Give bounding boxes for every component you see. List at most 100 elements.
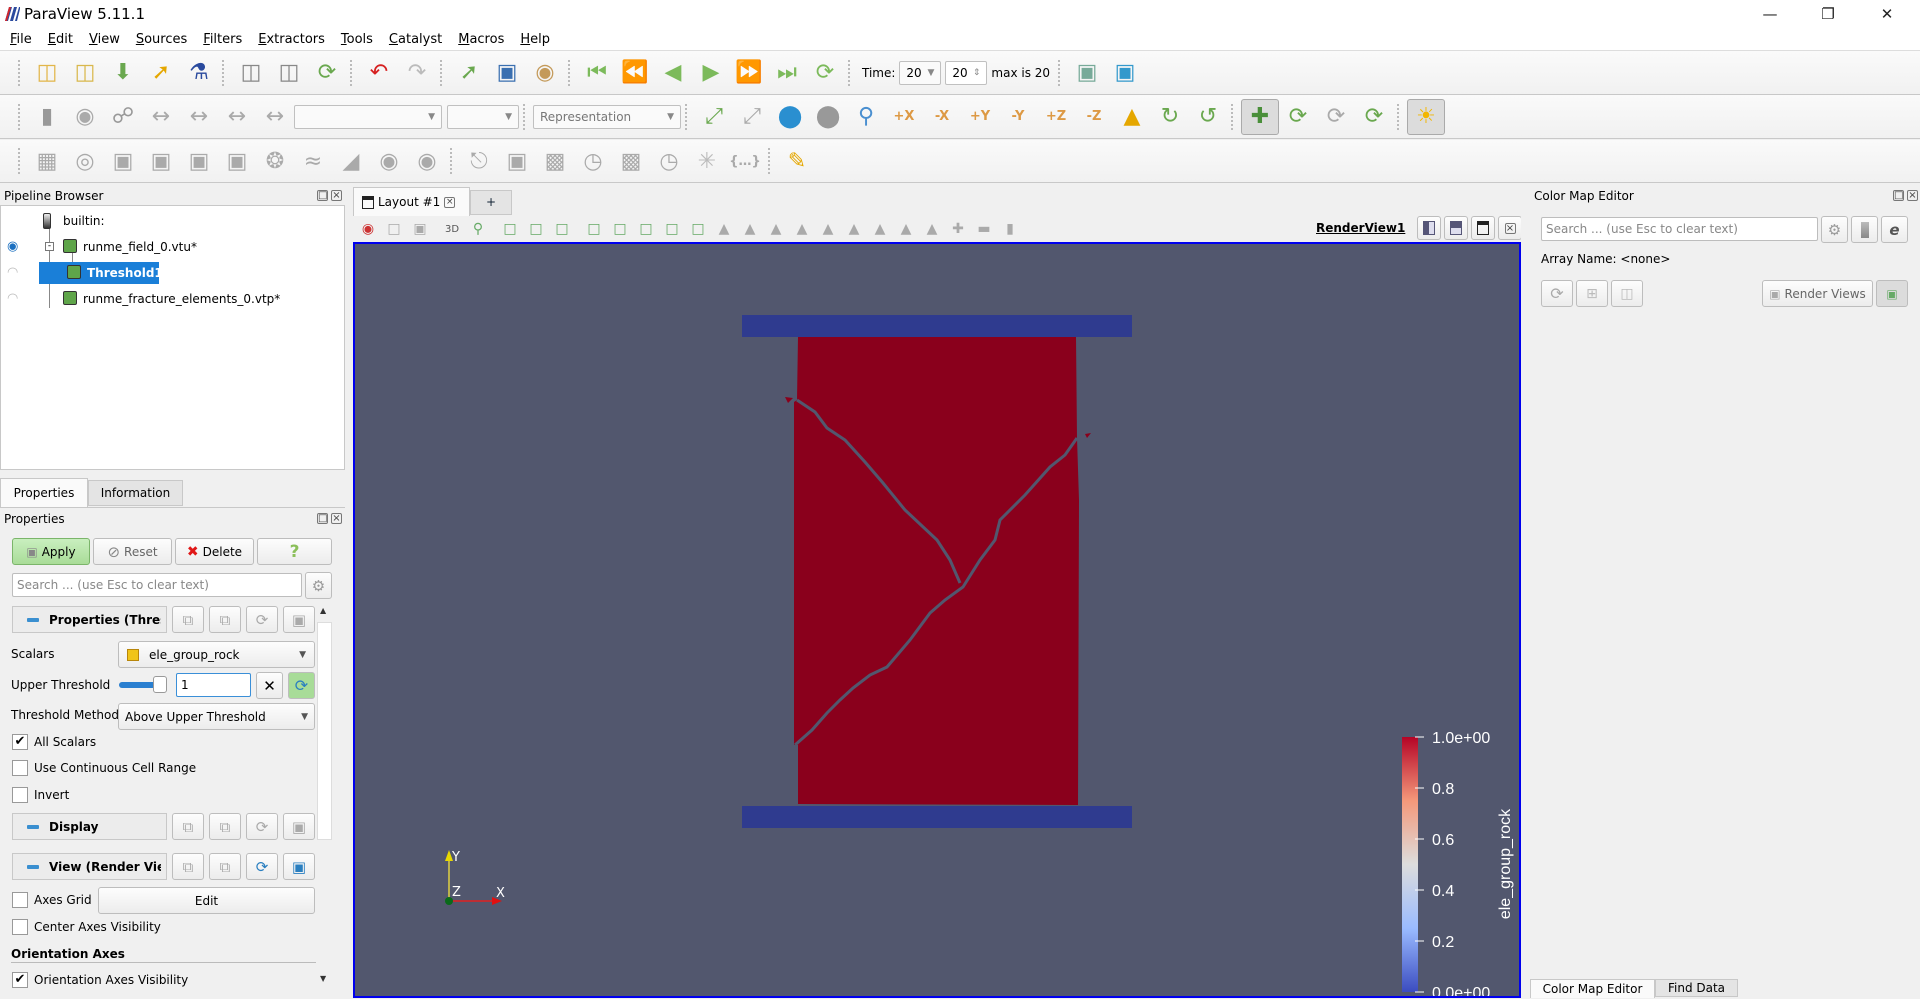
delete-selection-icon[interactable]: ▮ [997,218,1023,240]
close-icon[interactable]: × [331,190,342,201]
group-datasets-icon[interactable]: ◉ [370,143,408,179]
center-axes-visibility-checkbox[interactable] [12,919,28,935]
stream-tracer-icon[interactable]: ≈ [294,143,332,179]
reset-range-button[interactable]: ⟳ [288,672,315,699]
render-view[interactable]: X Y Z 1.0e+00 0.8 0.6 0.4 0.2 0.0e+00 ele_group_r… [353,242,1521,998]
undo-icon[interactable]: ↶ [360,55,398,91]
edit-selection-icon[interactable]: ▲ [867,218,893,240]
plot-over-line-icon[interactable]: ▣ [498,143,536,179]
toolbar-grip[interactable] [18,103,24,130]
upper-threshold-input[interactable]: 1 [176,673,251,697]
menu-extractors[interactable]: Extractors [250,29,333,51]
threshold-method-combo[interactable]: Above Upper Threshold ▼ [118,703,315,730]
select-polygon-points-icon[interactable]: □ [633,218,659,240]
menu-help[interactable]: Help [512,29,558,51]
play-backward-icon[interactable]: ◀ [654,55,692,91]
float-icon[interactable]: □ [317,190,328,201]
restore-defaults-button[interactable]: ⟳ [246,813,278,840]
close-view-button[interactable]: × [1498,216,1522,240]
shrink-selection-icon[interactable]: ▲ [815,218,841,240]
clear-value-button[interactable]: ✕ [256,672,283,699]
view-group-header[interactable]: View (Render Vie [12,853,167,880]
colormap-edit-button[interactable]: e [1881,216,1908,243]
hover-points-icon[interactable]: ▲ [711,218,737,240]
close-tab-icon[interactable]: × [444,196,456,208]
save-defaults-button[interactable]: ▣ [283,853,315,880]
view-plus-y-icon[interactable]: +Y [961,99,999,135]
plot-data-icon[interactable]: ▩ [612,143,650,179]
toggle-3d-button[interactable]: 3D [439,218,465,240]
menu-tools[interactable]: Tools [333,29,381,51]
save-defaults-button[interactable]: ▣ [283,606,315,633]
help-button[interactable]: ? [257,538,332,565]
loop-icon[interactable]: ⟳ [806,55,844,91]
capture-screenshot-icon[interactable]: ▣ [407,218,433,240]
find-data-icon[interactable]: ✳ [688,143,726,179]
orientation-axes-visibility-checkbox[interactable]: ✔ [12,972,28,988]
color-palette-icon[interactable]: ◉ [526,55,564,91]
ruler-icon[interactable]: ✎ [778,143,816,179]
toolbar-grip[interactable] [350,59,356,86]
eye-open-icon[interactable]: ◉ [7,239,18,254]
add-layout-tab[interactable]: + [470,190,512,215]
delete-button[interactable]: ✖ Delete [175,538,254,565]
menu-macros[interactable]: Macros [450,29,512,51]
split-horizontal-button[interactable] [1417,216,1441,240]
properties-group-header[interactable]: Properties (Thres [12,606,167,633]
menu-file[interactable]: File [2,29,40,51]
disconnect-icon[interactable]: ◫ [270,55,308,91]
render-views-button[interactable]: ▣ Render Views [1762,280,1873,307]
calculator-icon[interactable]: ▦ [28,143,66,179]
time-combo[interactable]: 20 ▼ [899,60,942,85]
previous-frame-icon[interactable]: ⏪ [616,55,654,91]
subtract-selection-icon[interactable]: ▬ [971,218,997,240]
zoom-to-box-icon[interactable]: ⚲ [465,218,491,240]
restore-defaults-button[interactable]: ⟳ [246,606,278,633]
properties-settings-button[interactable]: ⚙ [305,572,332,599]
find-data-icon[interactable]: ▲ [919,218,945,240]
tab-color-map-editor[interactable]: Color Map Editor [1530,979,1655,998]
pipeline-item[interactable]: builtin: [1,210,341,232]
pipeline-item[interactable]: ◠ Threshold1 [7,262,163,284]
pipeline-item[interactable]: ◠ runme_fracture_elements_0.vtp* [1,288,341,310]
last-frame-icon[interactable]: ⏭ [768,55,806,91]
collapse-icon[interactable]: - [45,242,54,251]
scroll-up-icon[interactable]: ▲ [320,606,326,615]
colormap-rescale-button[interactable]: ⊞ [1576,280,1608,307]
next-frame-icon[interactable]: ⏩ [730,55,768,91]
threshold-icon[interactable]: ▣ [180,143,218,179]
paste-button[interactable]: ⧉ [209,606,241,633]
apply-button[interactable]: ▣ Apply [12,538,90,565]
view-minus-y-icon[interactable]: -Y [999,99,1037,135]
reset-closest-icon[interactable]: ⬤ [771,99,809,135]
toolbar-grip[interactable] [685,103,691,130]
scalars-combo[interactable]: ele_group_rock ▼ [118,641,315,668]
paste-button[interactable]: ⧉ [209,813,241,840]
light-kit-icon[interactable]: ☀ [1407,98,1445,135]
float-icon[interactable]: □ [1893,190,1904,201]
plot-selection-icon[interactable]: ◷ [650,143,688,179]
tab-find-data[interactable]: Find Data [1655,979,1738,997]
continuous-cell-range-checkbox[interactable] [12,760,28,776]
save-screenshot-icon[interactable]: ▣ [488,55,526,91]
select-points-on-icon[interactable]: □ [523,218,549,240]
select-blocks-icon[interactable]: ▲ [763,218,789,240]
toolbar-grip[interactable] [568,59,574,86]
colormap-save-default-button[interactable] [1851,216,1878,243]
probe-line-icon[interactable]: ⎋ [460,143,498,179]
grow-selection-icon[interactable]: ▲ [789,218,815,240]
eye-closed-icon[interactable]: ◠ [7,291,18,306]
colormap-reset-button[interactable]: ⟳ [1541,280,1573,307]
close-button[interactable]: ✕ [1858,0,1916,29]
play-icon[interactable]: ▶ [692,55,730,91]
auto-render-toggle[interactable]: ▣ [1876,280,1908,307]
menu-catalyst[interactable]: Catalyst [381,29,450,51]
display-group-header[interactable]: Display [12,813,167,840]
color-preset-icon[interactable]: ◉ [66,99,104,135]
interactive-select-cells-icon[interactable]: □ [659,218,685,240]
toolbar-grip[interactable] [222,59,228,86]
component-combo[interactable]: ▼ [447,104,519,129]
select-cells-frustum-icon[interactable]: □ [549,218,575,240]
camera-add-icon[interactable]: ▣ [1106,55,1144,91]
python-calculator-icon[interactable]: {…} [726,143,764,179]
